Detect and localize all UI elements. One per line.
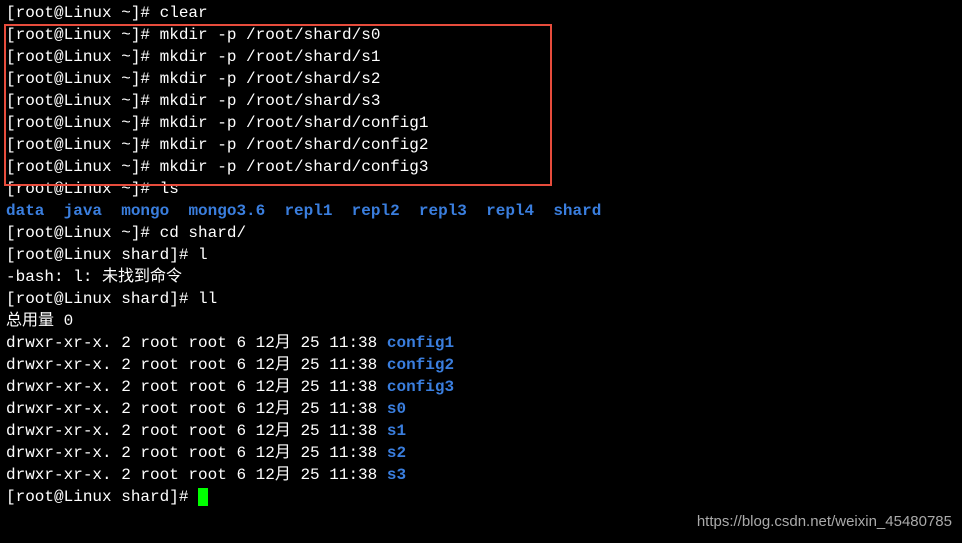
prompt: [root@Linux ~]# bbox=[6, 224, 160, 242]
command-text: ls bbox=[160, 180, 179, 198]
prompt: [root@Linux shard]# bbox=[6, 246, 198, 264]
prompt: [root@Linux shard]# bbox=[6, 488, 198, 506]
ll-row: drwxr-xr-x. 2 root root 6 12月 25 11:38 s… bbox=[6, 442, 956, 464]
file-name: config1 bbox=[387, 334, 454, 352]
ll-row: drwxr-xr-x. 2 root root 6 12月 25 11:38 s… bbox=[6, 464, 956, 486]
terminal-line: [root@Linux ~]# ls bbox=[6, 178, 956, 200]
file-perms: drwxr-xr-x. 2 root root 6 12月 25 11:38 bbox=[6, 444, 387, 462]
prompt: [root@Linux ~]# bbox=[6, 136, 160, 154]
prompt: [root@Linux ~]# bbox=[6, 48, 160, 66]
file-perms: drwxr-xr-x. 2 root root 6 12月 25 11:38 bbox=[6, 466, 387, 484]
file-perms: drwxr-xr-x. 2 root root 6 12月 25 11:38 bbox=[6, 334, 387, 352]
terminal-line: [root@Linux ~]# cd shard/ bbox=[6, 222, 956, 244]
terminal-line: [root@Linux ~]# mkdir -p /root/shard/s0 bbox=[6, 24, 956, 46]
file-name: s1 bbox=[387, 422, 406, 440]
command-text: mkdir -p /root/shard/s0 bbox=[160, 26, 381, 44]
terminal-line: [root@Linux ~]# mkdir -p /root/shard/s3 bbox=[6, 90, 956, 112]
ll-header: 总用量 0 bbox=[6, 310, 956, 332]
command-text: l bbox=[198, 246, 208, 264]
bash-error: -bash: l: 未找到命令 bbox=[6, 266, 956, 288]
ls-item: repl1 bbox=[284, 202, 332, 220]
prompt: [root@Linux ~]# bbox=[6, 4, 160, 22]
ll-row: drwxr-xr-x. 2 root root 6 12月 25 11:38 s… bbox=[6, 420, 956, 442]
terminal-line-active[interactable]: [root@Linux shard]# bbox=[6, 486, 956, 508]
terminal-line: [root@Linux ~]# mkdir -p /root/shard/s2 bbox=[6, 68, 956, 90]
command-text: mkdir -p /root/shard/s2 bbox=[160, 70, 381, 88]
terminal-line: [root@Linux shard]# l bbox=[6, 244, 956, 266]
command-text: clear bbox=[160, 4, 208, 22]
command-text: cd shard/ bbox=[160, 224, 246, 242]
ll-row: drwxr-xr-x. 2 root root 6 12月 25 11:38 c… bbox=[6, 354, 956, 376]
terminal-line: [root@Linux ~]# mkdir -p /root/shard/s1 bbox=[6, 46, 956, 68]
ls-item: repl4 bbox=[486, 202, 534, 220]
command-text: mkdir -p /root/shard/config1 bbox=[160, 114, 429, 132]
prompt: [root@Linux ~]# bbox=[6, 114, 160, 132]
terminal-line: [root@Linux ~]# mkdir -p /root/shard/con… bbox=[6, 112, 956, 134]
file-perms: drwxr-xr-x. 2 root root 6 12月 25 11:38 bbox=[6, 400, 387, 418]
file-perms: drwxr-xr-x. 2 root root 6 12月 25 11:38 bbox=[6, 378, 387, 396]
terminal-line: [root@Linux ~]# mkdir -p /root/shard/con… bbox=[6, 156, 956, 178]
command-text: ll bbox=[198, 290, 217, 308]
prompt: [root@Linux ~]# bbox=[6, 26, 160, 44]
prompt: [root@Linux ~]# bbox=[6, 70, 160, 88]
prompt: [root@Linux ~]# bbox=[6, 158, 160, 176]
prompt: [root@Linux ~]# bbox=[6, 92, 160, 110]
ls-item: java bbox=[64, 202, 102, 220]
ls-item: repl3 bbox=[419, 202, 467, 220]
file-perms: drwxr-xr-x. 2 root root 6 12月 25 11:38 bbox=[6, 422, 387, 440]
ll-row: drwxr-xr-x. 2 root root 6 12月 25 11:38 s… bbox=[6, 398, 956, 420]
file-name: s2 bbox=[387, 444, 406, 462]
ls-output: data java mongo mongo3.6 repl1 repl2 rep… bbox=[6, 200, 956, 222]
cursor-icon bbox=[198, 488, 208, 506]
file-name: config2 bbox=[387, 356, 454, 374]
ls-item: mongo3.6 bbox=[188, 202, 265, 220]
terminal-line: [root@Linux ~]# clear bbox=[6, 2, 956, 24]
ll-row: drwxr-xr-x. 2 root root 6 12月 25 11:38 c… bbox=[6, 332, 956, 354]
file-name: s0 bbox=[387, 400, 406, 418]
ls-item: data bbox=[6, 202, 44, 220]
prompt: [root@Linux ~]# bbox=[6, 180, 160, 198]
ls-item: mongo bbox=[121, 202, 169, 220]
command-text: mkdir -p /root/shard/s1 bbox=[160, 48, 381, 66]
prompt: [root@Linux shard]# bbox=[6, 290, 198, 308]
watermark-text: https://blog.csdn.net/weixin_45480785 bbox=[697, 511, 952, 533]
file-name: s3 bbox=[387, 466, 406, 484]
terminal-line: [root@Linux shard]# ll bbox=[6, 288, 956, 310]
file-name: config3 bbox=[387, 378, 454, 396]
terminal-line: [root@Linux ~]# mkdir -p /root/shard/con… bbox=[6, 134, 956, 156]
ls-item: repl2 bbox=[352, 202, 400, 220]
command-text: mkdir -p /root/shard/config3 bbox=[160, 158, 429, 176]
command-text: mkdir -p /root/shard/config2 bbox=[160, 136, 429, 154]
ls-item: shard bbox=[553, 202, 601, 220]
file-perms: drwxr-xr-x. 2 root root 6 12月 25 11:38 bbox=[6, 356, 387, 374]
ll-row: drwxr-xr-x. 2 root root 6 12月 25 11:38 c… bbox=[6, 376, 956, 398]
command-text: mkdir -p /root/shard/s3 bbox=[160, 92, 381, 110]
